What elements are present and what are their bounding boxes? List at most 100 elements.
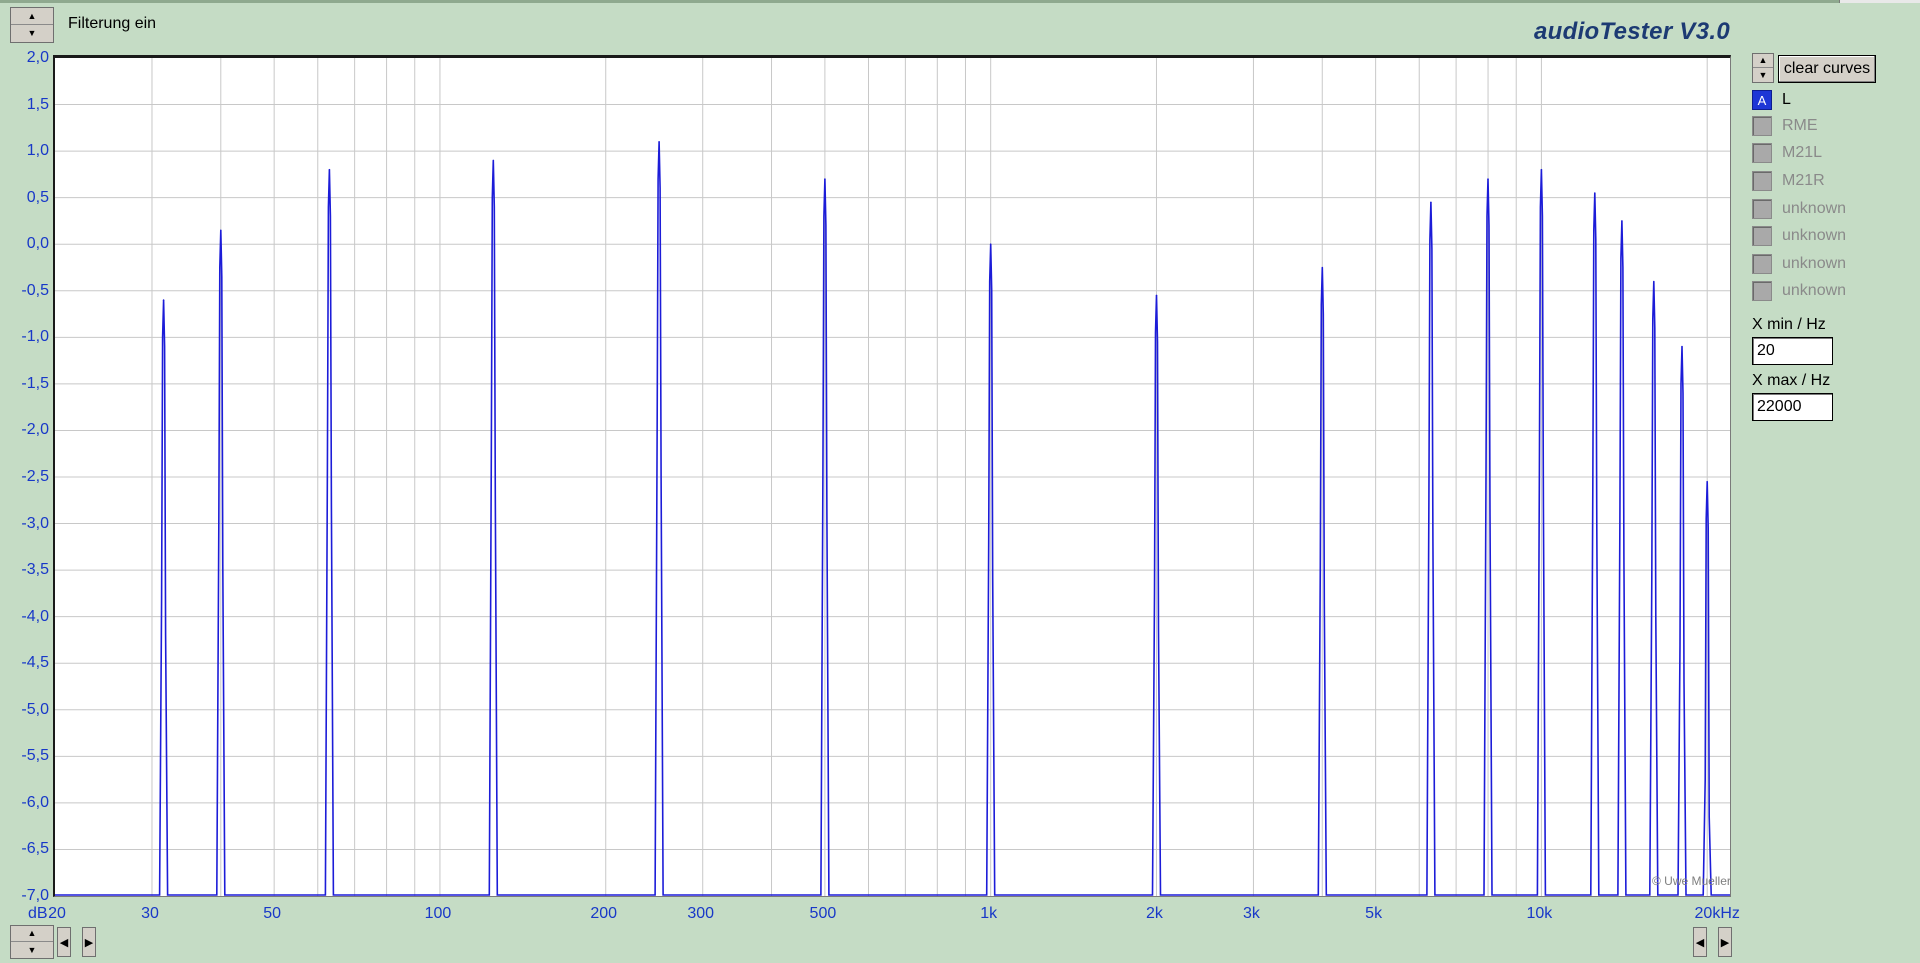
peak-point (220, 229, 222, 232)
curve-checkbox[interactable] (1752, 171, 1772, 191)
y-tick-label: -1,0 (21, 328, 49, 346)
x-tick-label: 200 (590, 905, 618, 922)
curve-row-m21r[interactable]: M21R (1752, 170, 1825, 192)
x-tick-label: 5k (1365, 905, 1383, 922)
curve-checkbox[interactable] (1752, 226, 1772, 246)
curve-checkbox[interactable] (1752, 199, 1772, 219)
curve-row-l[interactable]: A L (1752, 89, 1791, 111)
peak-point (1430, 201, 1432, 204)
curve-row-unknown-2[interactable]: unknown (1752, 225, 1846, 247)
scroll-left-button[interactable]: ◀ (57, 927, 71, 957)
curve-label: unknown (1782, 255, 1847, 272)
y-tick-label: -2,5 (21, 468, 49, 485)
peak-point (658, 141, 660, 143)
x-tick-label: 2k (1146, 905, 1163, 922)
x-tick-label: 1k (980, 905, 998, 922)
peak-point (1487, 178, 1489, 180)
y-tick-label: -3,5 (21, 561, 49, 579)
curve-row-unknown-1[interactable]: unknown (1752, 198, 1846, 220)
peak-point (162, 299, 165, 301)
y-tick-label: 1,0 (26, 142, 49, 160)
y-tick-label: -2,0 (21, 421, 49, 439)
y-tick-label: -5,5 (21, 747, 49, 765)
y-tick-label: -0,5 (21, 281, 49, 299)
y-tick-label: 1,5 (26, 95, 49, 113)
peak-point (1706, 480, 1708, 483)
peak-point (1653, 280, 1655, 283)
x-tick-label: 20kHz (1694, 905, 1740, 922)
chevron-left-icon: ◀ (1695, 936, 1705, 949)
chevron-right-icon: ▶ (1720, 936, 1730, 949)
y-tick-label: -6,5 (21, 840, 49, 858)
peak-point (989, 243, 992, 245)
y-tick-label: -1,5 (21, 374, 49, 392)
x-tick-label: 20 (48, 905, 66, 922)
curve-row-unknown-4[interactable]: unknown (1752, 280, 1846, 302)
watermark: © Uwe Mueller (1652, 874, 1731, 888)
curve-label: unknown (1782, 282, 1847, 299)
peak-point (328, 168, 331, 171)
spin-up-icon[interactable]: ▲ (11, 926, 53, 942)
curve-checkbox[interactable] (1752, 254, 1772, 274)
top-right-control (1839, 0, 1920, 3)
spin-down-icon[interactable]: ▼ (11, 25, 53, 42)
curve-checkbox[interactable] (1752, 116, 1772, 136)
xmin-label: X min / Hz (1752, 316, 1826, 333)
curve-row-unknown-3[interactable]: unknown (1752, 253, 1846, 275)
filter-label: Filterung ein (68, 15, 157, 32)
curve-label: unknown (1782, 227, 1847, 244)
curve-spinner[interactable]: ▲ ▼ (1752, 53, 1774, 83)
curve-row-rme[interactable]: RME (1752, 115, 1818, 137)
curve-row-m21l[interactable]: M21L (1752, 142, 1822, 164)
spin-up-icon[interactable]: ▲ (1753, 54, 1773, 68)
y-tick-label: -5,0 (21, 700, 49, 718)
x-tick-label: 100 (424, 905, 452, 922)
spin-down-icon[interactable]: ▼ (11, 942, 53, 958)
frequency-plot (53, 55, 1731, 897)
x-tick-label: 500 (809, 905, 837, 922)
zoom-right-button[interactable]: ▶ (1718, 927, 1732, 957)
y-axis-unit: dB (28, 905, 48, 922)
x-tick-label: 3k (1242, 905, 1260, 922)
spin-up-icon[interactable]: ▲ (11, 8, 53, 25)
y-tick-label: -4,0 (21, 607, 49, 625)
curve-checkbox[interactable]: A (1752, 90, 1772, 110)
chevron-left-icon: ◀ (59, 936, 69, 949)
y-tick-label: -6,0 (21, 793, 49, 811)
filter-spinner[interactable]: ▲ ▼ (10, 7, 54, 43)
peak-point (1155, 294, 1158, 297)
peak-point (824, 178, 826, 180)
y-tick-label: 0,0 (26, 235, 49, 253)
zoom-left-button[interactable]: ◀ (1693, 927, 1707, 957)
peak-point (1540, 168, 1543, 171)
bottom-spinner[interactable]: ▲ ▼ (10, 925, 54, 959)
chart-svg (55, 58, 1730, 896)
peak-point (1681, 345, 1683, 348)
xmax-label: X max / Hz (1752, 372, 1831, 389)
y-tick-label: -3,0 (21, 514, 49, 532)
curve-label: M21R (1782, 172, 1825, 189)
y-tick-label: 2,0 (26, 49, 49, 66)
scroll-right-button[interactable]: ▶ (82, 927, 96, 957)
peak-point (1621, 220, 1623, 222)
x-tick-label: 30 (141, 905, 159, 922)
chevron-right-icon: ▶ (84, 936, 94, 949)
top-border (0, 0, 1920, 3)
xmax-input[interactable] (1752, 393, 1833, 421)
curve-checkbox[interactable] (1752, 143, 1772, 163)
curve-label: RME (1782, 117, 1818, 134)
x-tick-label: 300 (687, 905, 715, 922)
xmin-input[interactable] (1752, 337, 1833, 365)
spin-down-icon[interactable]: ▼ (1753, 68, 1773, 82)
y-tick-label: 0,5 (26, 188, 49, 206)
curve-label: L (1782, 91, 1791, 108)
curve-label: unknown (1782, 200, 1847, 217)
x-tick-label: 50 (263, 905, 282, 922)
peak-point (1594, 192, 1596, 194)
peak-point (1321, 266, 1324, 269)
clear-curves-button[interactable]: clear curves (1778, 55, 1876, 83)
curve-label: M21L (1782, 144, 1823, 161)
peak-point (492, 159, 495, 162)
curve-checkbox[interactable] (1752, 281, 1772, 301)
app-title: audioTester V3.0 (1534, 18, 1730, 45)
